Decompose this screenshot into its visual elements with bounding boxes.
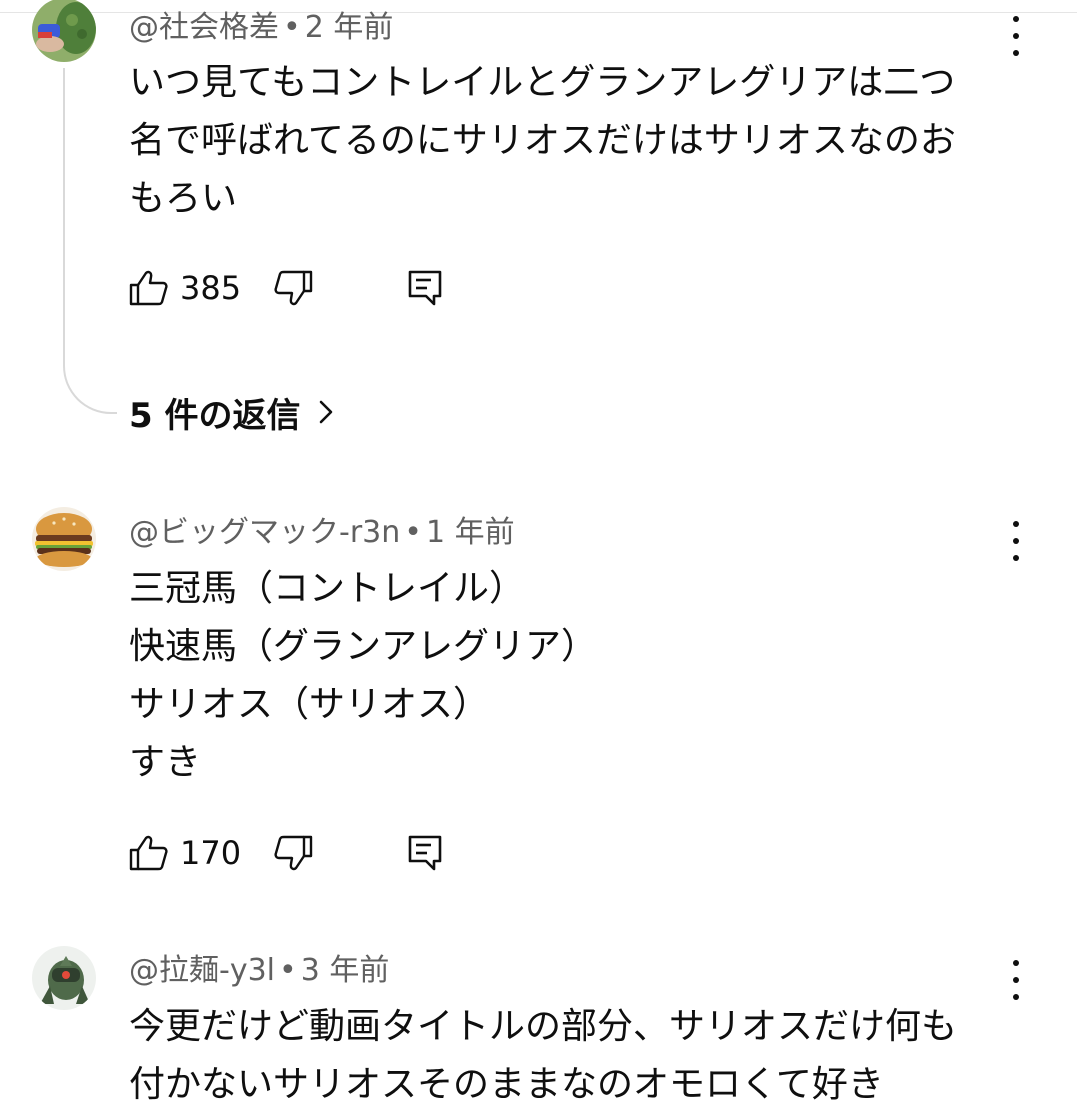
- meta-separator: •: [404, 515, 422, 550]
- comment-actions: 385: [129, 266, 489, 310]
- more-vert-icon[interactable]: [1005, 16, 1027, 56]
- comment-author[interactable]: @拉麺-y3l: [129, 953, 275, 988]
- like-count: 170: [180, 834, 242, 872]
- comment-age: 3 年前: [300, 953, 390, 988]
- more-vert-icon[interactable]: [1005, 521, 1027, 561]
- more-vert-icon[interactable]: [1005, 960, 1027, 1000]
- view-replies-button[interactable]: 5 件の返信: [129, 390, 337, 436]
- thread-connector-line: [63, 68, 117, 414]
- comment-text: いつ見てもコントレイルとグランアレグリアは二つ 名で呼ばれてるのにサリオスだけは…: [129, 62, 956, 219]
- comment-text: 今更だけど動画タイトルの部分、サリオスだけ何も 付かないサリオスそのままなのオモ…: [129, 1006, 958, 1105]
- reply-comment-icon[interactable]: [405, 268, 445, 308]
- thumbs-down-icon[interactable]: [273, 833, 313, 873]
- chevron-right-icon: [319, 400, 332, 424]
- avatar[interactable]: [32, 507, 96, 571]
- reply-comment-icon[interactable]: [405, 833, 445, 873]
- comment-age: 1 年前: [425, 515, 515, 550]
- comment-age: 2 年前: [304, 10, 394, 45]
- meta-separator: •: [283, 10, 301, 45]
- comment-text: 三冠馬（コントレイル） 快速馬（グランアレグリア） サリオス（サリオス） すき: [129, 568, 598, 783]
- thumbs-up-icon[interactable]: [129, 268, 169, 308]
- meta-separator: •: [279, 953, 297, 988]
- like-count: 385: [180, 269, 242, 307]
- comment-meta: @拉麺-y3l • 3 年前: [129, 953, 389, 989]
- replies-label: 5 件の返信: [129, 395, 301, 436]
- avatar[interactable]: [32, 946, 96, 1010]
- thumbs-down-icon[interactable]: [273, 268, 313, 308]
- thumbs-up-icon[interactable]: [129, 833, 169, 873]
- comment-actions: 170: [129, 831, 489, 875]
- comment-author[interactable]: @社会格差: [129, 10, 279, 45]
- comment-meta: @ビッグマック-r3n • 1 年前: [129, 515, 515, 551]
- comment-meta: @社会格差 • 2 年前: [129, 10, 393, 46]
- comment-author[interactable]: @ビッグマック-r3n: [129, 515, 400, 550]
- avatar[interactable]: [32, 0, 96, 62]
